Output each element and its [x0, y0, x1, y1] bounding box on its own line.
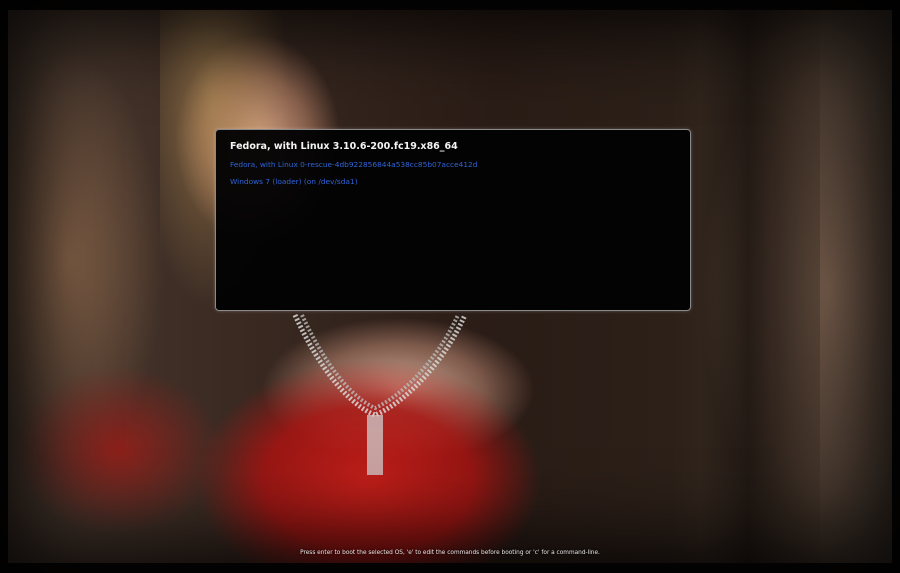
background-photo-shadow [700, 10, 820, 563]
boot-menu: Fedora, with Linux 3.10.6-200.fc19.x86_6… [215, 129, 691, 311]
background-necklace [292, 313, 468, 475]
boot-entry-fedora-rescue[interactable]: Fedora, with Linux 0-rescue-4db922856844… [230, 160, 477, 169]
grub-boot-screen: Fedora, with Linux 3.10.6-200.fc19.x86_6… [0, 0, 900, 573]
boot-entry-windows-7[interactable]: Windows 7 (loader) (on /dev/sda1) [230, 177, 358, 186]
boot-instructions: Press enter to boot the selected OS, 'e'… [300, 550, 600, 556]
boot-entry-fedora[interactable]: Fedora, with Linux 3.10.6-200.fc19.x86_6… [230, 141, 458, 152]
